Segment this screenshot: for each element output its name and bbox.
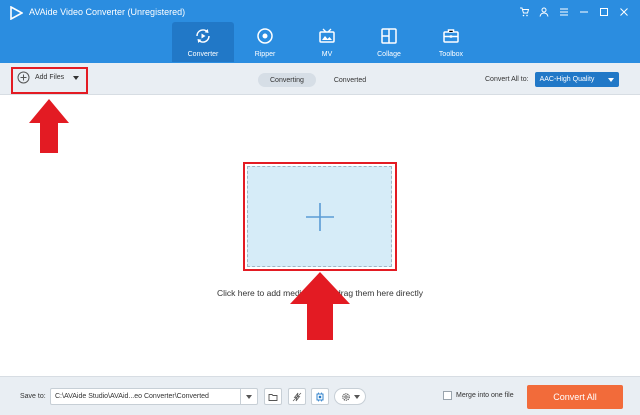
nav-mv-label: MV	[321, 51, 333, 58]
nav-toolbox[interactable]: Toolbox	[420, 22, 482, 62]
save-path-field[interactable]: C:\AVAide Studio\AVAid...eo Converter\Co…	[50, 388, 258, 405]
hardware-accel-off-button[interactable]	[288, 388, 306, 405]
annotation-highlight-dropzone	[243, 162, 397, 271]
merge-label: Merge into one file	[456, 392, 514, 399]
convert-all-to: Convert All to: AAC-High Quality	[485, 72, 619, 87]
app-title: AVAide Video Converter (Unregistered)	[29, 7, 186, 17]
title-bar: AVAide Video Converter (Unregistered) Co…	[0, 0, 640, 63]
merge-option: Merge into one file	[443, 391, 514, 400]
convert-all-button[interactable]: Convert All	[527, 385, 623, 409]
format-select[interactable]: AAC-High Quality	[534, 72, 619, 87]
converter-icon	[196, 29, 210, 43]
gpu-accel-button[interactable]	[311, 388, 329, 405]
annotation-highlight-add-files	[11, 67, 88, 94]
status-tabs: Converting Converted	[258, 73, 378, 87]
minimize-icon[interactable]	[574, 4, 594, 20]
tab-converted[interactable]: Converted	[322, 73, 378, 87]
gpu-chip-icon	[316, 392, 324, 401]
nav-mv[interactable]: MV	[296, 22, 358, 62]
annotation-arrow-up	[29, 99, 69, 153]
maximize-icon[interactable]	[594, 4, 614, 20]
tab-converting[interactable]: Converting	[258, 73, 316, 87]
close-icon[interactable]	[614, 4, 634, 20]
play-logo-icon	[10, 6, 23, 20]
user-icon[interactable]	[534, 4, 554, 20]
bottom-bar: Save to: C:\AVAide Studio\AVAid...eo Con…	[0, 376, 640, 415]
annotation-arrow-up	[290, 272, 350, 340]
chevron-down-icon	[353, 394, 360, 399]
nav-converter-label: Converter	[187, 51, 219, 58]
folder-icon	[268, 393, 278, 401]
gear-icon	[341, 392, 350, 401]
mv-icon	[319, 28, 335, 43]
toolbox-icon	[443, 29, 459, 43]
menu-icon[interactable]	[554, 4, 574, 20]
nav-ripper-label: Ripper	[254, 51, 276, 58]
format-select-value: AAC-High Quality	[539, 76, 595, 83]
nav-collage-label: Collage	[377, 51, 401, 58]
save-to-label: Save to:	[20, 393, 46, 400]
window-controls	[514, 4, 634, 20]
chevron-down-icon	[246, 394, 252, 399]
lightning-off-icon	[292, 392, 302, 401]
nav-toolbox-label: Toolbox	[438, 51, 464, 58]
chevron-down-icon	[607, 77, 614, 82]
collage-icon	[381, 28, 397, 44]
merge-checkbox[interactable]	[443, 391, 452, 400]
open-folder-button[interactable]	[264, 388, 282, 405]
cart-icon[interactable]	[514, 4, 534, 20]
convert-all-to-label: Convert All to:	[485, 76, 529, 83]
save-path-dropdown[interactable]	[240, 389, 257, 404]
main-nav: Converter Ripper MV Collage Toolbox	[172, 22, 482, 62]
nav-ripper[interactable]: Ripper	[234, 22, 296, 62]
ripper-icon	[257, 28, 273, 44]
nav-converter[interactable]: Converter	[172, 22, 234, 62]
save-path-value: C:\AVAide Studio\AVAid...eo Converter\Co…	[55, 393, 209, 400]
nav-collage[interactable]: Collage	[358, 22, 420, 62]
settings-dropdown[interactable]	[334, 388, 366, 405]
